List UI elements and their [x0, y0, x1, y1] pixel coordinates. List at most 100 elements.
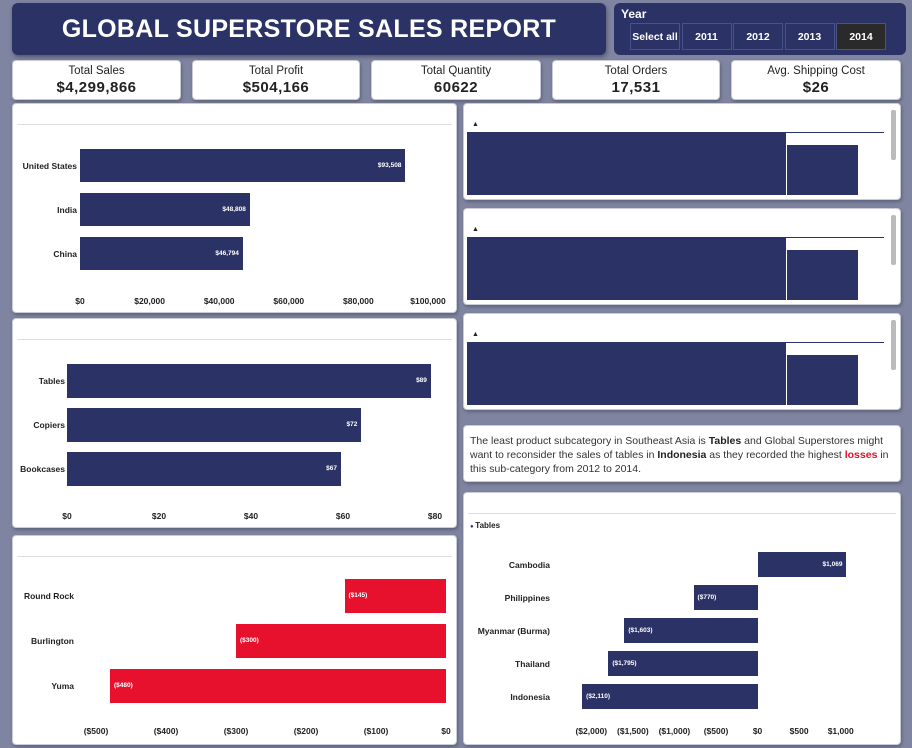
year-2011-button[interactable]: 2011 — [681, 23, 732, 50]
category-label: Indonesia — [510, 691, 550, 702]
category-label: Copiers — [33, 420, 65, 430]
year-filter-label: Year — [621, 7, 647, 21]
bar-value-label: ($145) — [348, 592, 368, 599]
bar-value-label: $48,808 — [222, 205, 246, 213]
category-label: Cambodia — [508, 559, 550, 570]
kpi-value: $26 — [802, 79, 830, 96]
category-label: China — [53, 248, 77, 259]
bar-value-label: $72 — [346, 421, 358, 428]
note-highlight-losses: losses — [844, 449, 878, 461]
data-bar — [67, 364, 431, 398]
sort-caret-icon: ▲ — [472, 121, 479, 128]
kpi-label: Total Sales — [68, 65, 125, 77]
matrix-header-line — [467, 342, 884, 343]
year-2012-button[interactable]: 2012 — [733, 23, 783, 50]
axis-tick-label: $100,000 — [410, 296, 446, 306]
bar-value-label: ($1,603) — [628, 626, 653, 634]
matrix-value-column — [787, 145, 858, 195]
matrix-value-column — [787, 355, 858, 405]
axis-tick-label: $60,000 — [273, 296, 305, 306]
scrollbar — [891, 110, 896, 160]
category-label: Thailand — [515, 658, 550, 669]
axis-tick-label: ($400) — [153, 726, 179, 736]
matrix-header-line — [467, 132, 884, 133]
kpi-value: 60622 — [433, 79, 479, 96]
axis-tick-label: $1,000 — [827, 726, 854, 736]
kpi-label: Total Quantity — [420, 65, 492, 77]
data-bar — [67, 408, 362, 442]
bar-value-label: ($2,110) — [586, 692, 611, 700]
note-text: as they recorded the highest — [706, 449, 845, 461]
matrix-china-products: ▲ — [463, 313, 901, 410]
category-label: Round Rock — [23, 591, 74, 601]
legend-item: ● Tables — [470, 521, 500, 530]
chart-least-profit-cities: Round Rock ($145) Burlington ($300) Yuma ($48… — [12, 535, 457, 745]
matrix-value-column — [787, 250, 858, 300]
bar-value-label: ($480) — [114, 682, 133, 689]
category-label: Myanmar (Burma) — [477, 625, 550, 636]
scrollbar — [891, 320, 896, 370]
note-highlight-tables: Tables — [708, 435, 742, 447]
bar-value-label: $93,508 — [377, 161, 402, 169]
data-bar — [67, 452, 341, 486]
matrix-india-products: ▲ — [463, 208, 901, 305]
matrix-header-row — [467, 342, 786, 355]
insight-note: The least product subcategory in Southea… — [463, 425, 901, 482]
title-divider — [17, 124, 452, 125]
legend-label: Tables — [475, 521, 501, 530]
matrix-usa-products: ▲ — [463, 103, 901, 200]
matrix-body — [467, 250, 786, 300]
scrollbar — [891, 215, 896, 265]
report-title: GLOBAL SUPERSTORE SALES REPORT — [12, 3, 606, 55]
axis-tick-label: $20,000 — [134, 296, 165, 306]
chart-top-countries-profit: United States $93,508 India $48,808 China $46… — [12, 103, 457, 313]
bar-value-label: ($300) — [240, 637, 259, 644]
title-divider — [468, 513, 896, 514]
bar-value-label: ($1,795) — [612, 659, 637, 667]
data-bar — [236, 624, 446, 658]
axis-tick-label: $60 — [335, 511, 351, 521]
kpi-total-sales: Total Sales $4,299,866 — [12, 60, 181, 100]
bar-value-label: $89 — [416, 377, 427, 384]
axis-tick-label: $0 — [75, 296, 85, 306]
kpi-total-orders: Total Orders 17,531 — [552, 60, 720, 100]
matrix-body — [467, 145, 786, 195]
axis-tick-label: ($200) — [293, 726, 319, 736]
title-divider — [17, 556, 452, 557]
axis-tick-label: $40 — [243, 511, 259, 521]
matrix-header-row — [467, 132, 786, 145]
year-2013-button[interactable]: 2013 — [784, 23, 835, 50]
bar-value-label: $46,794 — [215, 249, 239, 257]
axis-tick-label: $80 — [427, 511, 443, 521]
axis-tick-label: ($500) — [83, 726, 109, 736]
year-2014-button[interactable]: 2014 — [836, 23, 886, 50]
kpi-value: $4,299,866 — [56, 79, 137, 96]
category-label: Bookcases — [20, 464, 65, 474]
sort-caret-icon: ▲ — [472, 226, 479, 233]
category-label: Philippines — [504, 592, 550, 603]
chart-top-subcategories-shipping: Tables $89 Copiers $72 Bookcases $67 $0 $20 $40 $… — [12, 318, 457, 528]
year-slicer: Select all 2011 2012 2013 2014 — [630, 23, 888, 50]
data-bar — [80, 149, 406, 182]
title-divider — [17, 339, 452, 340]
data-bar — [110, 669, 446, 703]
bar-value-label: $67 — [326, 465, 337, 472]
category-label: Yuma — [51, 681, 74, 691]
kpi-avg-shipping-cost: Avg. Shipping Cost $26 — [731, 60, 901, 100]
axis-tick-label: ($100) — [363, 726, 389, 736]
year-select-all-button[interactable]: Select all — [630, 23, 680, 50]
sort-caret-icon: ▲ — [472, 331, 479, 338]
kpi-label: Avg. Shipping Cost — [767, 65, 865, 77]
note-text: The least product subcategory in Southea… — [470, 435, 709, 447]
note-highlight-indonesia: Indonesia — [657, 449, 707, 461]
axis-tick-label: $40,000 — [203, 296, 235, 306]
category-label: Tables — [38, 376, 65, 386]
bar-value-label: $1,069 — [822, 560, 843, 568]
category-label: Burlington — [31, 636, 74, 646]
kpi-label: Total Profit — [248, 65, 304, 77]
category-label: India — [57, 204, 77, 215]
bar-value-label: ($770) — [697, 593, 717, 601]
matrix-header-row — [467, 237, 786, 250]
axis-tick-label: ($300) — [223, 726, 249, 736]
kpi-total-quantity: Total Quantity 60622 — [371, 60, 541, 100]
